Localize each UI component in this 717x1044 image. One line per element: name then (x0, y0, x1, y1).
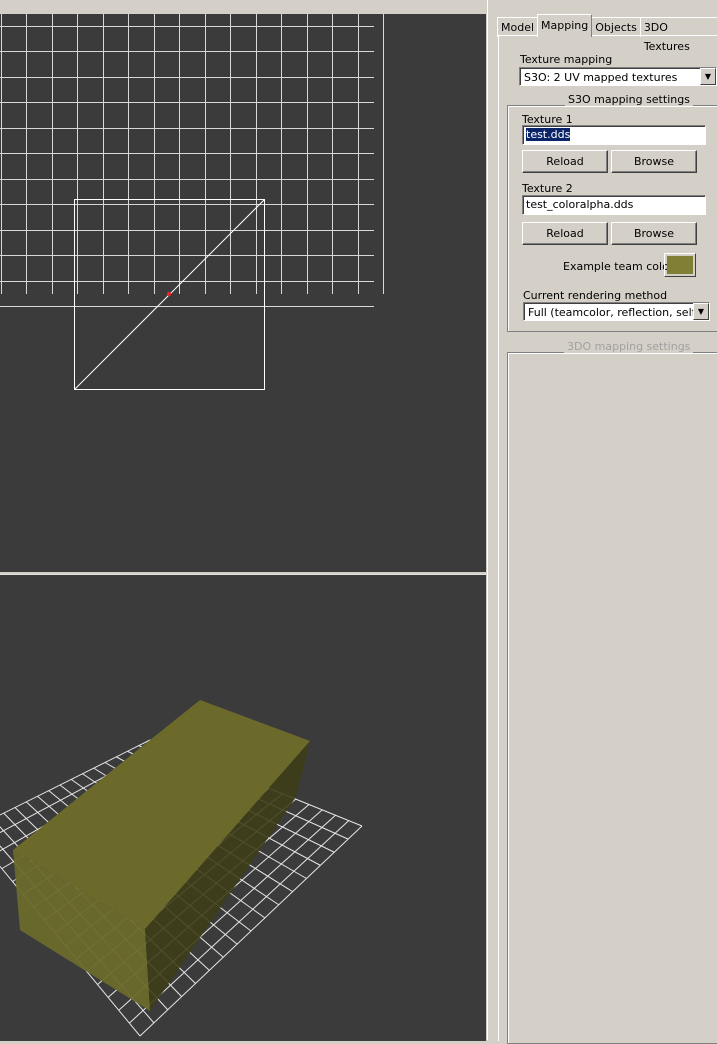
texture2-label: Texture 2 (522, 182, 573, 195)
texture-mapping-value: S3O: 2 UV mapped textures (524, 71, 678, 84)
chevron-down-icon[interactable]: ▼ (700, 68, 716, 85)
texture2-browse-button[interactable]: Browse (611, 222, 697, 245)
tab-bar: Model Mapping Objects 3DO Textures (497, 14, 717, 53)
texture2-field[interactable]: test_coloralpha.dds (522, 195, 706, 215)
3d-model-viewport[interactable] (0, 574, 487, 1041)
team-color-fill (667, 256, 693, 274)
team-color-label: Example team color: (563, 260, 677, 273)
uv-grid-canvas (0, 14, 384, 390)
texture2-reload-button[interactable]: Reload (522, 222, 608, 245)
tab-model[interactable]: Model (497, 17, 539, 37)
texture-mapping-label: Texture mapping (520, 53, 613, 66)
texture1-browse-button[interactable]: Browse (611, 150, 697, 173)
tab-objects[interactable]: Objects (591, 17, 641, 37)
render-method-value: Full (teamcolor, reflection, self-illumi… (528, 306, 709, 319)
3do-settings-group (507, 352, 717, 1044)
uv-mapping-viewport[interactable] (0, 14, 487, 572)
uv-grid (0, 14, 384, 307)
tab-3do-textures[interactable]: 3DO Textures (639, 17, 717, 53)
uv-center-marker (167, 292, 171, 296)
top-strip (0, 0, 487, 14)
team-color-swatch[interactable] (664, 253, 696, 277)
render-method-label: Current rendering method (523, 289, 668, 302)
texture-mapping-select[interactable]: S3O: 2 UV mapped textures ▼ (519, 67, 717, 86)
texture1-value: test.dds (526, 128, 571, 141)
texture1-reload-button[interactable]: Reload (522, 150, 608, 173)
side-panel: Model Mapping Objects 3DO Textures Textu… (495, 0, 717, 1044)
3d-canvas (0, 700, 363, 1037)
render-method-select[interactable]: Full (teamcolor, reflection, self-illumi… (523, 302, 710, 321)
tab-mapping[interactable]: Mapping (537, 14, 593, 37)
chevron-down-icon[interactable]: ▼ (693, 303, 709, 320)
texture1-field[interactable]: test.dds (522, 125, 706, 145)
s3o-group-title: S3O mapping settings (565, 93, 693, 106)
3do-group-title: 3DO mapping settings (564, 340, 694, 353)
texture2-value: test_coloralpha.dds (526, 198, 634, 211)
